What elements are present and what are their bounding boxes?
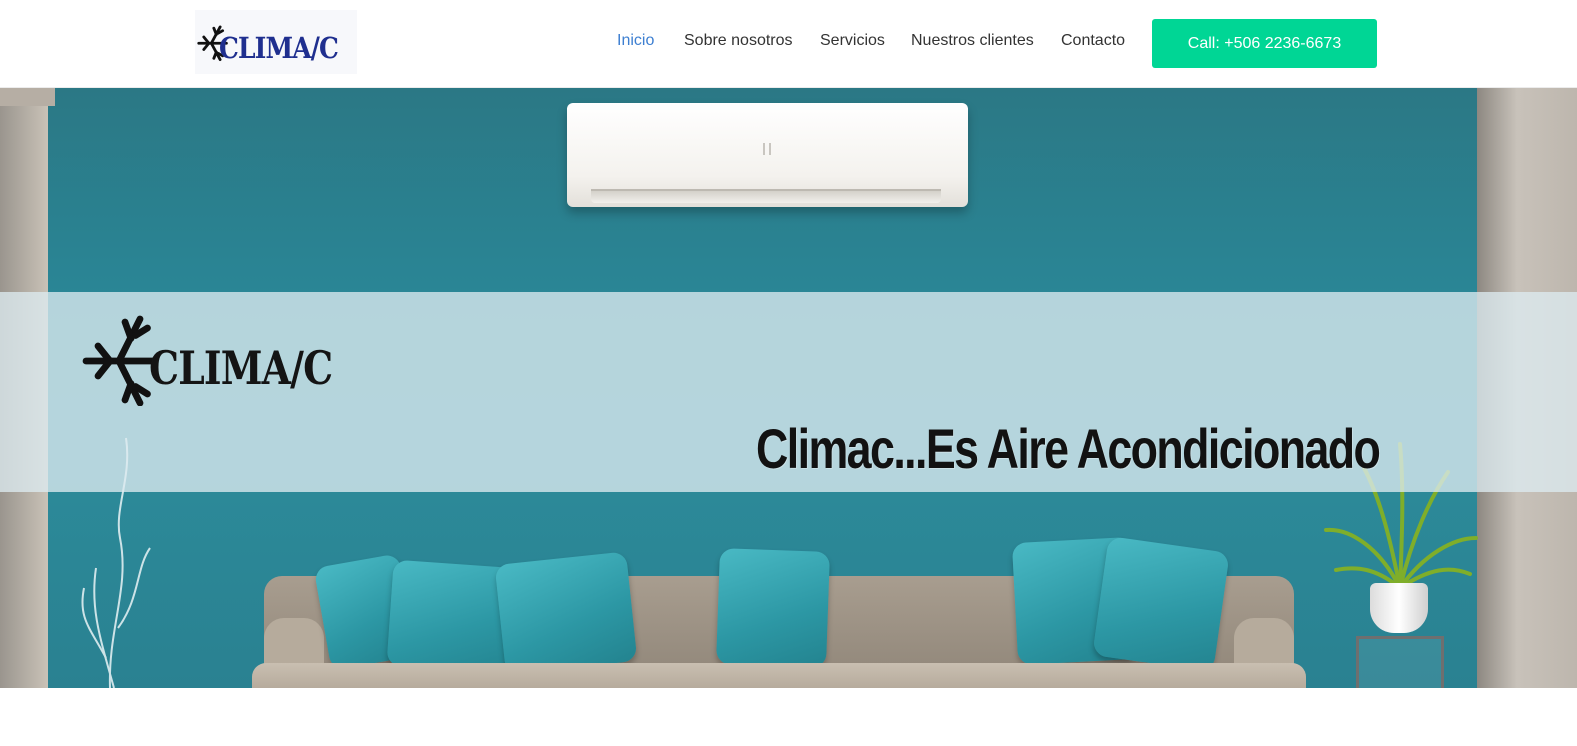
hero-banner: CLIMA/C Climac...Es Aire Acondicionado <box>0 88 1577 688</box>
site-logo[interactable]: CLIMA/C <box>195 10 357 74</box>
nav-item-contacto[interactable]: Contacto <box>1061 32 1125 50</box>
page-content-start <box>0 688 1577 746</box>
pillow <box>1092 536 1230 672</box>
sofa-seat <box>252 663 1306 688</box>
hero-logo: CLIMA/C <box>75 308 375 408</box>
nav-item-nuestros-clientes[interactable]: Nuestros clientes <box>911 32 1034 50</box>
site-header: CLIMA/C Inicio Sobre nosotros Servicios … <box>0 0 1577 88</box>
nav-item-servicios[interactable]: Servicios <box>820 32 885 50</box>
pillow <box>716 548 830 668</box>
air-conditioner-image <box>567 103 968 207</box>
ac-vent <box>591 189 941 203</box>
call-button[interactable]: Call: +506 2236-6673 <box>1152 19 1377 68</box>
nav-item-inicio[interactable]: Inicio <box>617 32 654 50</box>
plant-pot <box>1370 583 1428 633</box>
nav-item-sobre-nosotros[interactable]: Sobre nosotros <box>684 32 793 50</box>
hero-logo-text: CLIMA/C <box>149 341 333 395</box>
pillow <box>494 551 638 675</box>
logo-text: CLIMA/C <box>218 31 339 65</box>
hero-slogan: Climac...Es Aire Acondicionado <box>756 417 1381 480</box>
ac-display <box>763 143 771 155</box>
plant-stand <box>1356 636 1444 688</box>
left-ceiling-trim <box>0 88 55 106</box>
